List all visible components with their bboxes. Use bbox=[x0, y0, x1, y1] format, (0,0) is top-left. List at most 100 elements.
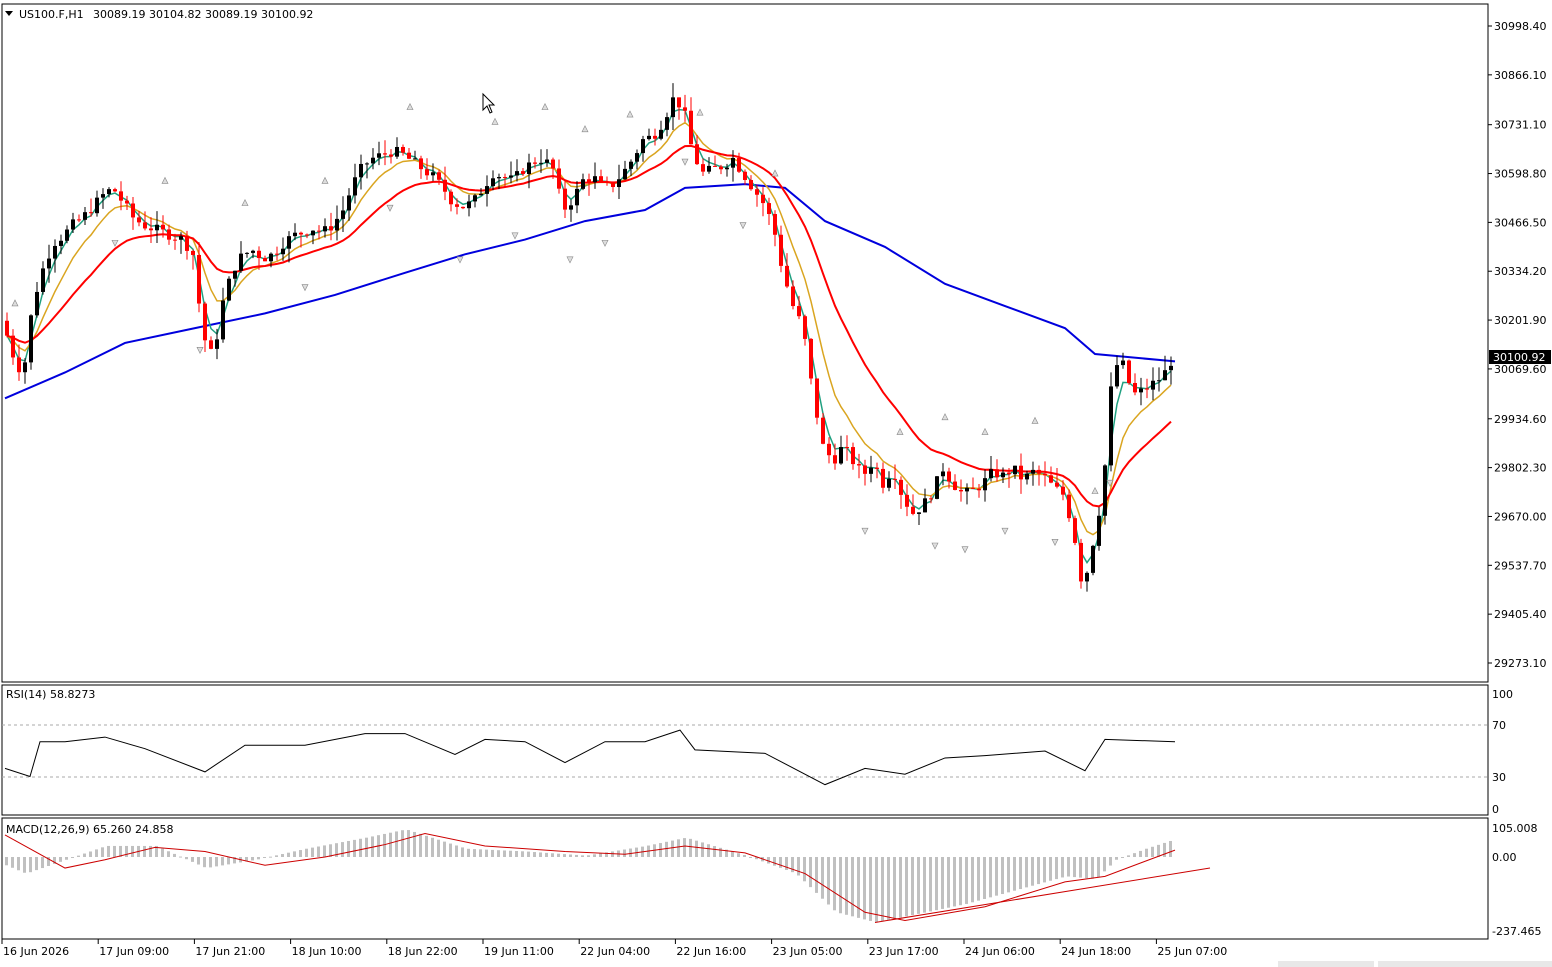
candle-body bbox=[791, 286, 795, 307]
macd-bar bbox=[23, 857, 26, 873]
macd-bar bbox=[539, 852, 542, 857]
time-tick-label: 18 Jun 10:00 bbox=[292, 945, 362, 958]
macd-bar bbox=[113, 845, 116, 857]
macd-bar bbox=[575, 854, 578, 857]
macd-bar bbox=[1001, 857, 1004, 895]
candle-body bbox=[695, 144, 699, 165]
main-chart-panel[interactable] bbox=[1, 3, 1489, 683]
macd-bar bbox=[125, 845, 128, 857]
candle-body bbox=[1013, 465, 1017, 475]
horizontal-scrollbar[interactable] bbox=[1278, 961, 1374, 967]
macd-bar bbox=[191, 857, 194, 862]
macd-bar bbox=[959, 857, 962, 906]
candle-body bbox=[203, 303, 207, 341]
candle-body bbox=[1031, 469, 1035, 474]
candle-body bbox=[509, 175, 513, 178]
macd-bar bbox=[719, 847, 722, 857]
macd-bar bbox=[569, 854, 572, 857]
macd-bar bbox=[1049, 857, 1052, 881]
candle-body bbox=[761, 194, 765, 204]
macd-level-zero: 0.00 bbox=[1492, 851, 1517, 864]
candle-body bbox=[389, 154, 393, 157]
candle-body bbox=[1133, 382, 1137, 393]
candle-body bbox=[41, 268, 45, 292]
macd-bar bbox=[461, 847, 464, 857]
candle-body bbox=[503, 177, 507, 179]
time-tick-label: 16 Jun 2026 bbox=[3, 945, 69, 958]
candle-body bbox=[95, 197, 99, 214]
price-axis: 30998.40 30866.10 30731.10 30598.80 30466.50… bbox=[1488, 20, 1547, 670]
candle-body bbox=[461, 206, 465, 209]
macd-bar bbox=[731, 851, 734, 857]
macd-bar bbox=[1097, 857, 1100, 878]
candle-body bbox=[83, 212, 87, 220]
candle-body bbox=[395, 146, 399, 157]
current-price-box: 30100.92 bbox=[1489, 350, 1551, 364]
candle-body bbox=[839, 447, 843, 464]
candle-body bbox=[809, 338, 813, 379]
macd-bar bbox=[107, 845, 110, 857]
macd-bar bbox=[545, 852, 548, 857]
candle-body bbox=[293, 232, 297, 237]
macd-bar bbox=[923, 857, 926, 913]
price-tick-label: 30598.80 bbox=[1494, 168, 1547, 181]
candle-body bbox=[833, 455, 837, 464]
candle-body bbox=[149, 228, 153, 231]
candle-body bbox=[299, 232, 303, 235]
macd-bar bbox=[827, 857, 830, 905]
candle-body bbox=[17, 357, 21, 373]
macd-bar bbox=[1067, 857, 1070, 877]
macd-bar bbox=[311, 847, 314, 857]
candle-body bbox=[689, 110, 693, 145]
macd-bar bbox=[35, 857, 38, 871]
candle-body bbox=[641, 139, 645, 154]
candle-body bbox=[1055, 482, 1059, 487]
macd-bar bbox=[59, 857, 62, 862]
time-tick-label: 17 Jun 09:00 bbox=[99, 945, 169, 958]
macd-bar bbox=[383, 833, 386, 857]
candle-body bbox=[71, 219, 75, 230]
macd-bar bbox=[803, 857, 806, 882]
candle-body bbox=[305, 234, 309, 236]
candle-body bbox=[785, 265, 789, 287]
candle-body bbox=[497, 177, 501, 179]
symbol-label: US100.F,H1 bbox=[19, 8, 84, 21]
macd-bar bbox=[293, 851, 296, 857]
candle-body bbox=[407, 152, 411, 159]
macd-bar bbox=[1121, 857, 1124, 858]
candle-body bbox=[35, 291, 39, 316]
price-tick-label: 30069.60 bbox=[1494, 363, 1547, 376]
macd-bar bbox=[341, 842, 344, 857]
macd-bar bbox=[1139, 850, 1142, 857]
candle-body bbox=[749, 179, 753, 190]
candle-body bbox=[335, 218, 339, 231]
macd-bar bbox=[659, 843, 662, 857]
candle-body bbox=[995, 469, 999, 478]
time-tick-label: 22 Jun 16:00 bbox=[676, 945, 746, 958]
candle-body bbox=[533, 162, 537, 164]
candle-body bbox=[65, 229, 69, 241]
candle-body bbox=[377, 153, 381, 158]
candle-body bbox=[1127, 360, 1131, 383]
candle-body bbox=[1037, 469, 1041, 474]
macd-bar bbox=[839, 857, 842, 914]
candle-body bbox=[671, 97, 675, 118]
macd-bar bbox=[671, 840, 674, 857]
macd-bar bbox=[389, 832, 392, 857]
rsi-panel[interactable] bbox=[1, 684, 1489, 816]
macd-bar bbox=[353, 839, 356, 857]
horizontal-scrollbar-right[interactable] bbox=[1378, 961, 1552, 967]
candle-body bbox=[119, 191, 123, 201]
candle-body bbox=[437, 172, 441, 180]
candle-body bbox=[1049, 475, 1053, 483]
candle-body bbox=[875, 467, 879, 469]
macd-bar bbox=[269, 856, 272, 858]
candle-body bbox=[959, 489, 963, 492]
macd-bar bbox=[407, 830, 410, 857]
macd-bar bbox=[95, 849, 98, 857]
macd-bar bbox=[263, 857, 266, 858]
macd-level-low: -237.465 bbox=[1492, 925, 1541, 938]
macd-panel[interactable] bbox=[1, 817, 1489, 940]
trading-chart[interactable]: US100.F,H1 30089.19 30104.82 30089.19 30… bbox=[0, 0, 1552, 967]
macd-bar bbox=[905, 857, 908, 917]
